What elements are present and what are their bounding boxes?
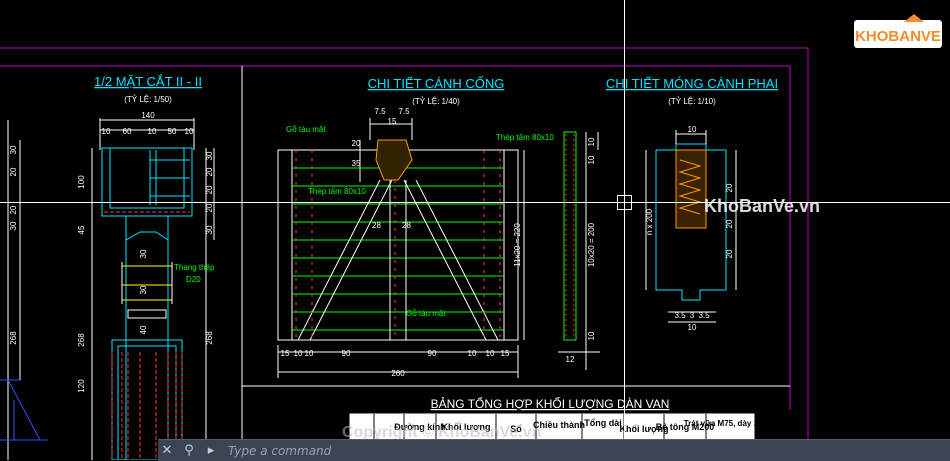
foundation-detail-drawing [645, 130, 737, 323]
left-dim-v: 30 [205, 225, 214, 234]
left-dim-v: 268 [9, 331, 18, 345]
crosshair-vertical [624, 0, 625, 460]
command-input[interactable]: Type a command [228, 444, 331, 458]
pickbox-cursor [617, 195, 632, 210]
mid-label-thep: Thép tấm 80x10 [308, 187, 366, 196]
left-dim-v: 268 [205, 331, 214, 345]
close-icon[interactable]: ✕ [158, 442, 176, 460]
mid-side-part: 10 [587, 137, 596, 146]
left-dim-v: 268 [77, 333, 86, 347]
mid-scale: (TỶ LỆ: 1/40) [412, 97, 460, 106]
left-label-steel: Thang thép [174, 263, 215, 272]
mid-side-label: Thép tấm 80x10 [496, 133, 554, 142]
left-dim-v: 30 [9, 145, 18, 154]
right-title: CHI TIẾT MÓNG CÁNH PHAI [606, 76, 778, 91]
mid-title: CHI TIẾT CÁNH CỐNG [368, 76, 505, 91]
mid-dim-top: 15 [388, 117, 397, 126]
left-dim-v: 40 [139, 325, 148, 334]
logo-text: KHOBANVE [855, 28, 941, 45]
mid-dim-bottom: 10 [486, 349, 495, 358]
mid-dim-total: 260 [391, 369, 405, 378]
mid-dim-top: 7.5 [374, 107, 386, 116]
mid-dim-right: 11x20 = 220 [513, 223, 522, 267]
left-dim-part: 50 [168, 127, 177, 136]
left-dim-part: 10 [148, 127, 157, 136]
left-dim-v: 45 [77, 225, 86, 234]
mid-side-part: 12 [566, 355, 575, 364]
mid-dim-bottom: 10 [305, 349, 314, 358]
wrench-icon[interactable]: ⚲ [180, 442, 198, 460]
mid-dim-bottom: 15 [281, 349, 290, 358]
left-dim-top: 140 [141, 111, 155, 120]
mid-dim-bottom: 10 [294, 349, 303, 358]
left-scale: (TỶ LỆ: 1/50) [124, 95, 172, 104]
mid-dim-v: 20 [352, 139, 361, 148]
left-dim-part: 10 [102, 127, 111, 136]
right-dim-bottom: 3.5 [698, 311, 710, 320]
left-dim-v: 30 [9, 221, 18, 230]
left-dim-v: 120 [77, 379, 86, 393]
mid-angle-a: 28 [372, 221, 381, 230]
left-dim-v: 30 [205, 151, 214, 160]
right-dim-v: n x 200 [645, 208, 654, 235]
mid-label-go-mid: Gỗ táu mặt [406, 309, 446, 318]
watermark-site: KhoBanVe.vn [704, 196, 821, 216]
left-dim-v: 100 [77, 175, 86, 189]
left-dim-v: 20 [205, 167, 214, 176]
left-title: 1/2 MẶT CẮT II - II [94, 74, 202, 89]
khobanve-logo: KHOBANVE [854, 14, 942, 48]
left-section-drawing: 140 10 60 10 50 10 100 45 30 30 40 268 1… [0, 111, 215, 460]
right-dim-v: 20 [725, 183, 734, 192]
table-title: BẢNG TỔNG HỢP KHỐI LƯỢNG DÀN VAN [431, 396, 670, 411]
right-dim-v: 20 [725, 219, 734, 228]
mid-dim-bottom: 15 [501, 349, 510, 358]
mid-label-go-top: Gỗ táu mặt [286, 125, 326, 134]
mid-dim-v: 35 [352, 159, 361, 168]
mid-side-part: 10 [587, 331, 596, 340]
table-header: Tổng dài [584, 418, 622, 428]
left-dim-v: 30 [139, 249, 148, 258]
left-label-d20: D20 [186, 275, 201, 284]
mid-angle-b: 28 [402, 221, 411, 230]
mid-dim-bottom: 90 [428, 349, 437, 358]
prompt-icon[interactable]: ▸ [202, 442, 220, 460]
mid-dim-bottom: 90 [342, 349, 351, 358]
cad-drawing-canvas[interactable]: 1/2 MẶT CẮT II - II (TỶ LỆ: 1/50) CHI TI… [0, 0, 950, 460]
right-dim-total: 10 [688, 323, 697, 332]
right-dim-bottom: 3 [690, 311, 695, 320]
right-scale: (TỶ LỆ: 1/10) [668, 97, 716, 106]
mid-dim-bottom: 10 [468, 349, 477, 358]
right-dim-bottom: 3.5 [674, 311, 686, 320]
mid-side-v: 10x20 = 200 [587, 222, 596, 267]
mid-dim-top: 7.5 [398, 107, 410, 116]
left-dim-v: 20 [205, 185, 214, 194]
left-dim-part: 10 [185, 127, 194, 136]
gate-leaf-drawing [277, 118, 600, 378]
left-dim-part: 60 [123, 127, 132, 136]
left-dim-v: 30 [139, 285, 148, 294]
right-dim-v: 20 [725, 249, 734, 258]
left-dim-v: 20 [9, 205, 18, 214]
mid-side-part: 10 [587, 155, 596, 164]
right-dim-top: 10 [688, 125, 697, 134]
table-header: Trát vữa M75, dày 1,5cm [684, 419, 777, 428]
left-dim-v: 20 [9, 167, 18, 176]
left-dim-v: 20 [205, 203, 214, 212]
command-line-bar: ✕ ⚲ ▸ Type a command [158, 439, 950, 461]
